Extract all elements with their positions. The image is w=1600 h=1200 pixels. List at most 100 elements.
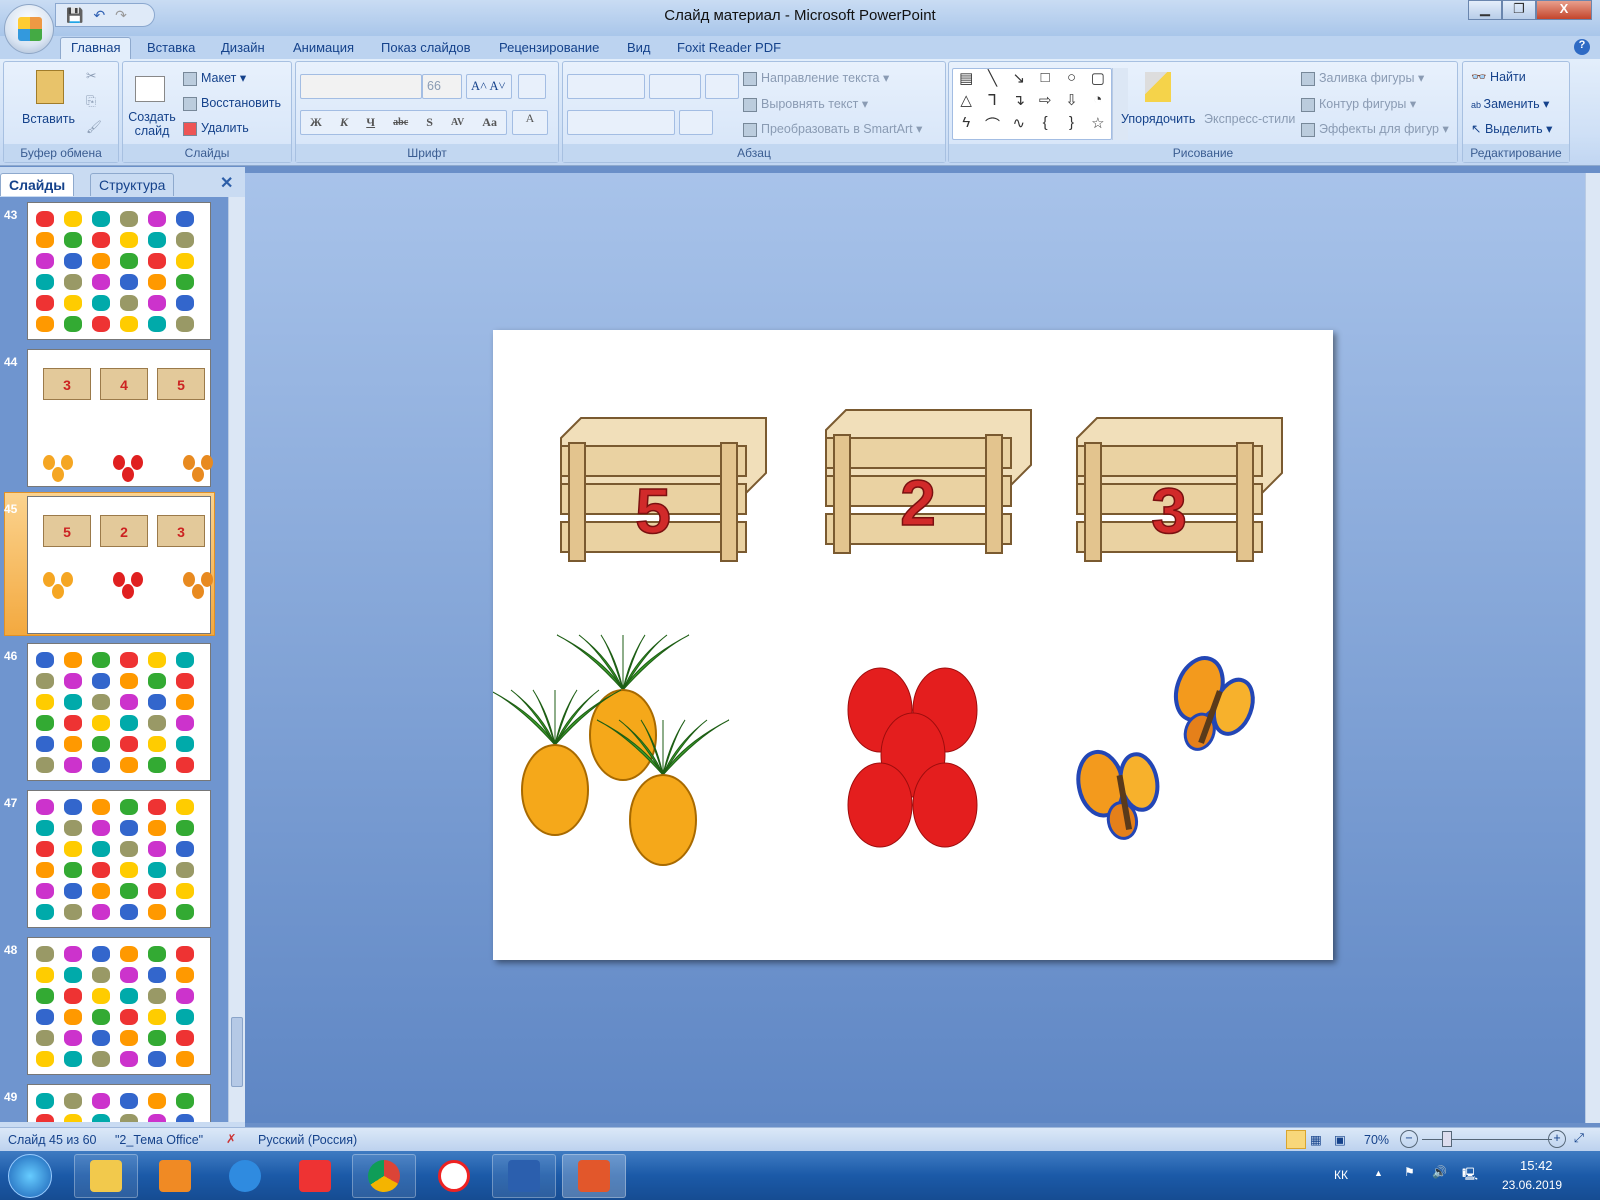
show-hidden-icons[interactable]: ▲	[1374, 1168, 1383, 1178]
font-name-input[interactable]	[300, 74, 422, 99]
select-button[interactable]: ↖ Выделить ▾	[1471, 121, 1552, 136]
shape-outline-button[interactable]: Контур фигуры ▾	[1301, 96, 1416, 112]
minimize-button[interactable]: ▁	[1468, 0, 1502, 20]
undo-icon[interactable]: ↶	[93, 7, 105, 23]
action-center-icon[interactable]: ⚑	[1404, 1165, 1415, 1179]
text-direction-button[interactable]: Направление текста ▾	[743, 70, 889, 86]
tab-home[interactable]: Главная	[60, 37, 132, 59]
volume-icon[interactable]: 🔊	[1432, 1165, 1447, 1179]
theme-name[interactable]: "2_Тема Office"	[115, 1133, 203, 1147]
normal-view-icon[interactable]	[1286, 1130, 1306, 1149]
cut-icon[interactable]: ✂	[86, 68, 96, 83]
italic-button[interactable]: К	[340, 115, 348, 130]
tab-foxit[interactable]: Foxit Reader PDF	[667, 38, 791, 57]
scrollbar-thumb[interactable]	[231, 1017, 243, 1087]
taskbar-explorer[interactable]	[74, 1154, 138, 1198]
shape-option[interactable]: ◔	[1085, 91, 1111, 113]
find-button[interactable]: 👓 Найти	[1471, 70, 1526, 85]
tab-review[interactable]: Рецензирование	[489, 38, 609, 57]
zoom-level[interactable]: 70%	[1364, 1133, 1389, 1147]
shape-option[interactable]: ▢	[1085, 69, 1111, 91]
spellcheck-icon[interactable]: ✗	[226, 1131, 236, 1146]
language-indicator[interactable]: Русский (Россия)	[258, 1133, 357, 1147]
office-button[interactable]	[4, 4, 54, 54]
paste-button[interactable]: Вставить	[22, 112, 75, 126]
replace-button[interactable]: ab Заменить ▾	[1471, 96, 1549, 111]
tab-view[interactable]: Вид	[617, 38, 661, 57]
taskbar-chrome[interactable]	[352, 1154, 416, 1198]
slide-thumbnail[interactable]	[27, 790, 211, 928]
shape-option[interactable]: □	[1032, 69, 1058, 91]
quick-styles-button[interactable]: Экспресс-стили	[1204, 112, 1295, 126]
align-text-button[interactable]: Выровнять текст ▾	[743, 96, 868, 112]
shape-effects-button[interactable]: Эффекты для фигур ▾	[1301, 121, 1449, 137]
shape-option[interactable]: ☆	[1085, 114, 1111, 139]
help-icon[interactable]: ?	[1574, 39, 1590, 55]
layout-button[interactable]: Макет ▾	[183, 70, 246, 86]
thumbnail-scrollbar[interactable]	[228, 197, 245, 1122]
spacing-button[interactable]: AV	[451, 117, 464, 128]
slide-canvas[interactable]: 5 2 3	[488, 330, 1333, 960]
zoom-out-button[interactable]: −	[1400, 1130, 1418, 1148]
shape-option[interactable]: △	[953, 91, 979, 113]
columns-button[interactable]	[679, 110, 713, 135]
taskbar-ie[interactable]	[213, 1154, 277, 1198]
font-color-button[interactable]: A	[512, 110, 548, 135]
keyboard-language[interactable]: КК	[1334, 1168, 1348, 1182]
tab-animation[interactable]: Анимация	[283, 38, 364, 57]
clock-date[interactable]: 23.06.2019	[1502, 1178, 1562, 1192]
taskbar-word[interactable]	[492, 1154, 556, 1198]
shapes-gallery-scroll[interactable]	[1112, 68, 1128, 140]
save-icon[interactable]: 💾	[66, 7, 83, 23]
shape-option[interactable]: ↴	[1006, 91, 1032, 113]
shape-option[interactable]: ⌒	[979, 114, 1005, 139]
line-spacing-button[interactable]	[705, 74, 739, 99]
arrange-button[interactable]: Упорядочить	[1121, 112, 1195, 126]
alignment-buttons[interactable]	[567, 110, 675, 135]
list-buttons[interactable]	[567, 74, 645, 99]
tab-slides[interactable]: Слайды	[0, 173, 75, 196]
delete-button[interactable]: Удалить	[183, 121, 249, 136]
slide-thumbnail[interactable]: 345	[27, 349, 213, 487]
clock-time[interactable]: 15:42	[1520, 1158, 1553, 1173]
shape-option[interactable]: }	[1058, 114, 1084, 139]
shape-option[interactable]: ⇩	[1058, 91, 1084, 113]
shape-option[interactable]: ⅂	[979, 91, 1005, 113]
new-slide-button[interactable]: Создать слайд	[127, 110, 177, 138]
shape-option[interactable]: ϟ	[953, 114, 979, 139]
strikethrough-button[interactable]: abc	[393, 117, 408, 128]
tab-insert[interactable]: Вставка	[137, 38, 205, 57]
indent-buttons[interactable]	[649, 74, 701, 99]
tab-slideshow[interactable]: Показ слайдов	[371, 38, 481, 57]
tab-outline[interactable]: Структура	[90, 173, 175, 196]
slide-thumbnail[interactable]: 523	[27, 496, 213, 634]
editor-vertical-scrollbar[interactable]	[1585, 173, 1600, 1123]
shape-option[interactable]: ○	[1058, 69, 1084, 91]
fit-to-window-icon[interactable]: ⤢	[1574, 1131, 1584, 1146]
font-size-input[interactable]: 66	[422, 74, 462, 99]
shape-option[interactable]: ▤	[953, 69, 979, 91]
shape-option[interactable]: {	[1032, 114, 1058, 139]
slide-sorter-icon[interactable]: ▦	[1310, 1132, 1322, 1147]
shape-option[interactable]: ╲	[979, 69, 1005, 91]
slide-thumbnail[interactable]	[27, 643, 211, 781]
slide-thumbnail[interactable]	[27, 1084, 211, 1122]
zoom-slider-thumb[interactable]	[1442, 1131, 1452, 1147]
shape-fill-button[interactable]: Заливка фигуры ▾	[1301, 70, 1424, 86]
format-painter-icon[interactable]: 🖌	[86, 120, 102, 135]
shadow-button[interactable]: S	[426, 115, 433, 130]
close-panel-icon[interactable]: ✕	[220, 173, 233, 193]
taskbar-yandex[interactable]	[283, 1154, 347, 1198]
shape-option[interactable]: ↘	[1006, 69, 1032, 91]
zoom-in-button[interactable]: +	[1548, 1130, 1566, 1148]
taskbar-yandex-browser[interactable]	[422, 1154, 486, 1198]
clear-format-button[interactable]	[518, 74, 546, 99]
taskbar-powerpoint[interactable]	[562, 1154, 626, 1198]
copy-icon[interactable]: ⎘	[86, 94, 96, 109]
start-button[interactable]	[8, 1154, 52, 1198]
case-button[interactable]: Aa	[482, 115, 497, 130]
restore-button[interactable]: ❐	[1502, 0, 1536, 20]
bold-button[interactable]: Ж	[310, 115, 322, 130]
smartart-button[interactable]: Преобразовать в SmartArt ▾	[743, 121, 922, 137]
shape-option[interactable]: ∿	[1006, 114, 1032, 139]
